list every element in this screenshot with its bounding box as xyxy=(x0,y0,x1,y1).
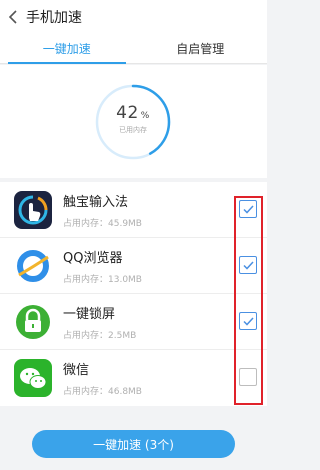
app-name: 一键锁屏 xyxy=(63,306,116,322)
app-name: 触宝输入法 xyxy=(63,194,129,210)
page-title: 手机加速 xyxy=(26,10,82,26)
qq-browser-icon xyxy=(14,246,52,285)
wechat-icon xyxy=(14,359,52,397)
chevron-left-icon xyxy=(8,10,17,24)
lock-screen-icon xyxy=(14,302,52,341)
memory-percent: 42% xyxy=(116,103,150,123)
tab-autostart-manage[interactable]: 自启管理 xyxy=(134,34,268,63)
tab-bar: 一键加速 自启管理 xyxy=(0,34,267,64)
app-memory: 占用内存：46.8MB xyxy=(63,387,142,397)
app-memory: 占用内存：45.9MB xyxy=(63,218,142,229)
top-bar: 手机加速 xyxy=(0,0,267,34)
list-item[interactable]: 一键锁屏 占用内存：2.5MB xyxy=(0,294,267,350)
app-name: QQ浏览器 xyxy=(63,250,123,266)
footer-bar: 一键加速 (3个) xyxy=(0,418,267,470)
touchpal-icon xyxy=(14,190,52,229)
boost-button[interactable]: 一键加速 (3个) xyxy=(32,430,235,458)
list-item[interactable]: 触宝输入法 占用内存：45.9MB xyxy=(0,182,267,238)
memory-caption: 已用内存 xyxy=(119,126,147,134)
app-name: 微信 xyxy=(63,363,90,378)
checkbox-highlight-box xyxy=(234,196,263,405)
list-item[interactable]: QQ浏览器 占用内存：13.0MB xyxy=(0,238,267,294)
app-memory: 占用内存：13.0MB xyxy=(63,274,142,285)
app-list: 触宝输入法 占用内存：45.9MB QQ浏览器 占用内存：13.0MB 一键锁屏… xyxy=(0,182,267,406)
memory-gauge-panel: 42% 已用内存 xyxy=(0,65,267,178)
tab-one-key-boost[interactable]: 一键加速 xyxy=(0,34,134,64)
list-item[interactable]: 微信 占用内存：46.8MB xyxy=(0,350,267,406)
app-memory: 占用内存：2.5MB xyxy=(63,330,137,341)
back-button[interactable] xyxy=(0,0,26,34)
